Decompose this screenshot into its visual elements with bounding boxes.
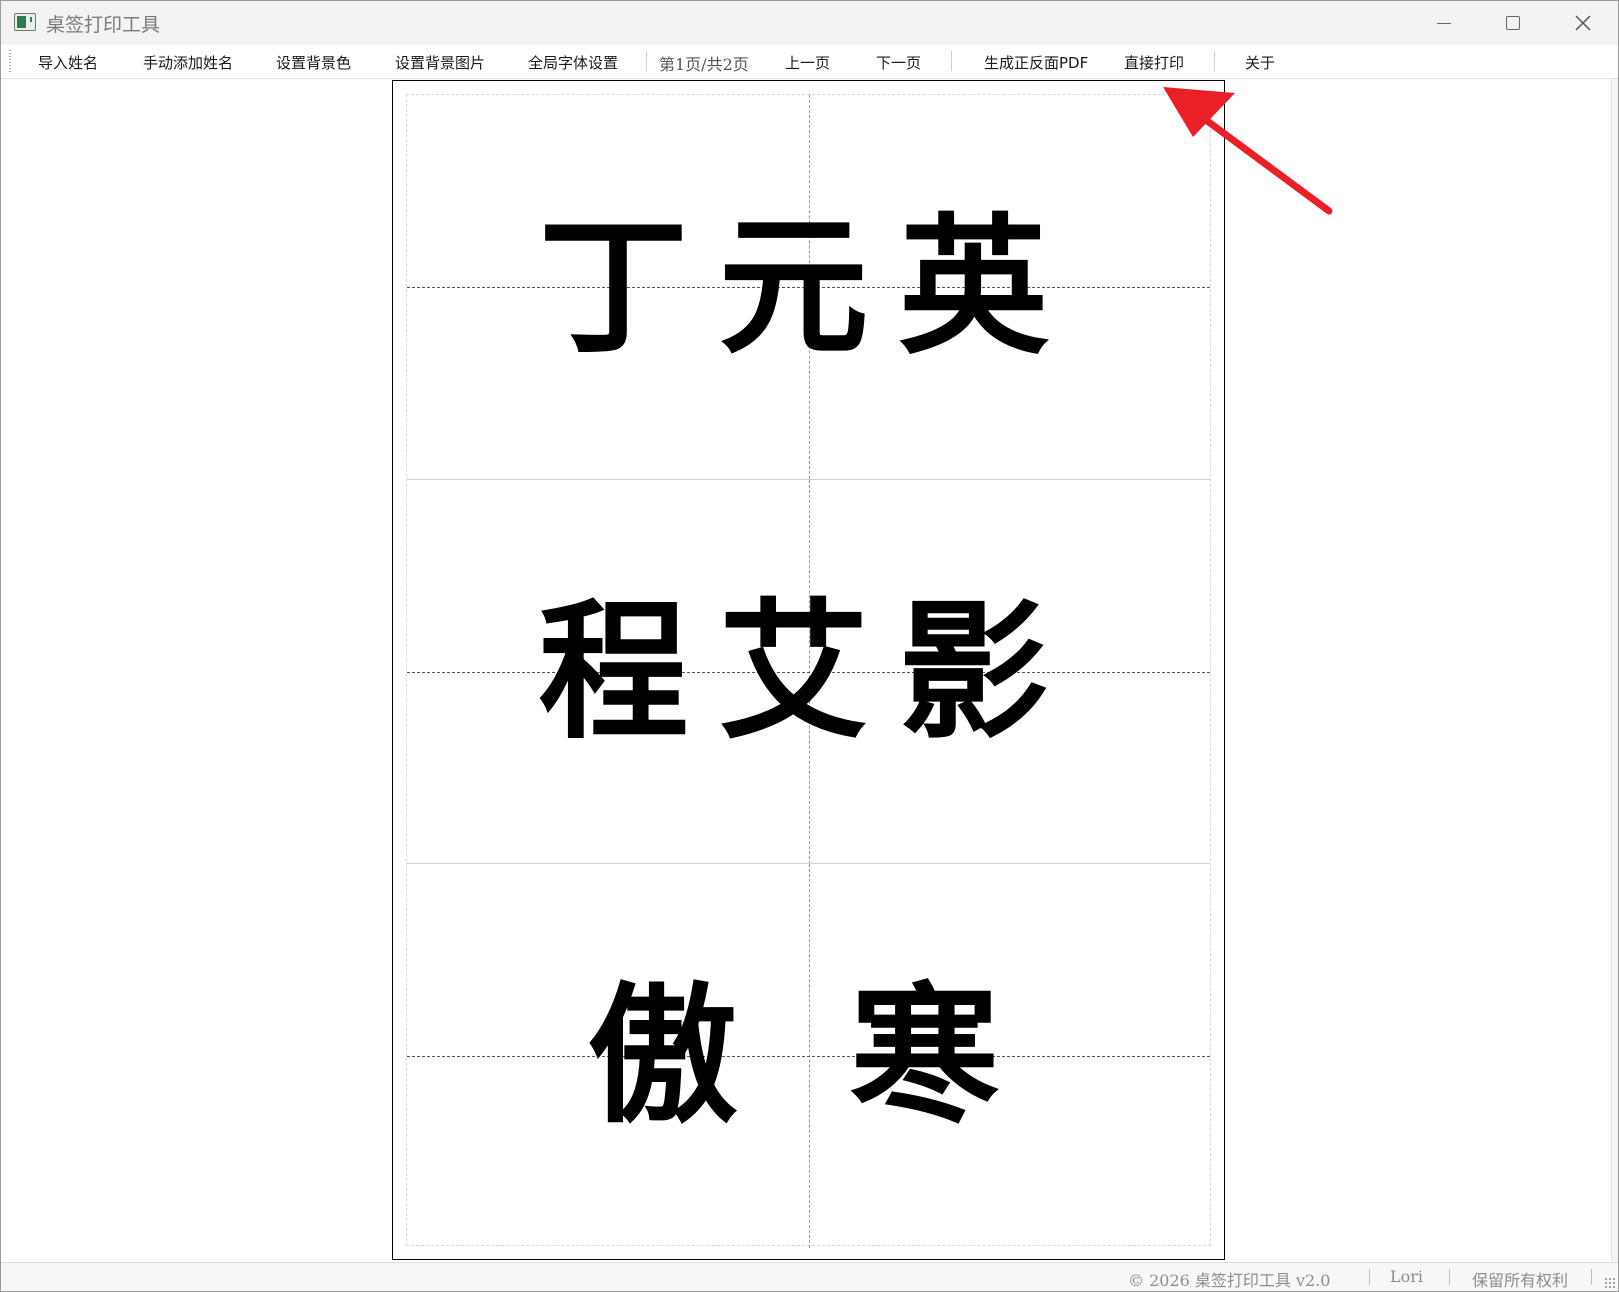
print-page: 丁元英 程艾影 傲 寒 — [392, 80, 1225, 1260]
toolbar-separator — [646, 51, 647, 71]
copyright-text: © 2026 桌签打印工具 v2.0 — [1128, 1271, 1331, 1290]
minimize-button[interactable] — [1409, 1, 1479, 45]
rights-text: 保留所有权利 — [1472, 1271, 1569, 1290]
toolbar-grip[interactable] — [9, 50, 11, 72]
card-name-text: 傲 寒 — [587, 968, 1030, 1144]
title-bar: 桌签打印工具 — [1, 1, 1618, 45]
vertical-scrollbar[interactable] — [1611, 79, 1618, 1263]
set-bg-color-button[interactable]: 设置背景色 — [276, 52, 351, 73]
page-indicator: 第1页/共2页 — [659, 55, 749, 74]
minimize-icon — [1437, 22, 1451, 24]
about-button[interactable]: 关于 — [1245, 52, 1275, 73]
maximize-button[interactable] — [1478, 1, 1548, 45]
status-separator — [1449, 1269, 1450, 1285]
card-name-text: 丁元英 — [538, 199, 1079, 375]
name-card[interactable]: 程艾影 — [407, 479, 1210, 864]
direct-print-button[interactable]: 直接打印 — [1124, 52, 1184, 73]
name-card[interactable]: 傲 寒 — [407, 863, 1210, 1248]
status-separator — [1591, 1269, 1592, 1285]
status-separator — [1369, 1269, 1370, 1285]
set-bg-image-button[interactable]: 设置背景图片 — [395, 52, 485, 73]
close-button[interactable] — [1548, 1, 1618, 45]
prev-page-button[interactable]: 上一页 — [785, 52, 830, 73]
app-icon — [14, 13, 36, 31]
window-title: 桌签打印工具 — [46, 14, 161, 36]
app-window: 桌签打印工具 导入姓名 手动添加姓名 设置背景色 设置背景图片 全局字体设置 第… — [0, 0, 1619, 1292]
name-card[interactable]: 丁元英 — [407, 95, 1210, 479]
toolbar-separator — [951, 51, 952, 71]
toolbar-separator — [1214, 51, 1215, 71]
next-page-button[interactable]: 下一页 — [876, 52, 921, 73]
toolbar: 导入姓名 手动添加姓名 设置背景色 设置背景图片 全局字体设置 第1页/共2页 … — [1, 45, 1618, 79]
generate-pdf-button[interactable]: 生成正反面PDF — [984, 52, 1088, 73]
status-bar: © 2026 桌签打印工具 v2.0 Lori 保留所有权利 — [1, 1262, 1618, 1291]
import-names-button[interactable]: 导入姓名 — [38, 52, 98, 73]
card-name-text: 程艾影 — [538, 584, 1079, 760]
font-settings-button[interactable]: 全局字体设置 — [528, 52, 618, 73]
maximize-icon — [1506, 16, 1520, 30]
close-icon — [1575, 15, 1591, 31]
author-text: Lori — [1390, 1267, 1424, 1286]
resize-grip-icon[interactable] — [1604, 1277, 1616, 1289]
add-name-button[interactable]: 手动添加姓名 — [143, 52, 233, 73]
page-printable-area: 丁元英 程艾影 傲 寒 — [406, 94, 1211, 1248]
annotation-arrow-icon — [1163, 87, 1333, 215]
preview-canvas: 丁元英 程艾影 傲 寒 — [1, 79, 1618, 1263]
